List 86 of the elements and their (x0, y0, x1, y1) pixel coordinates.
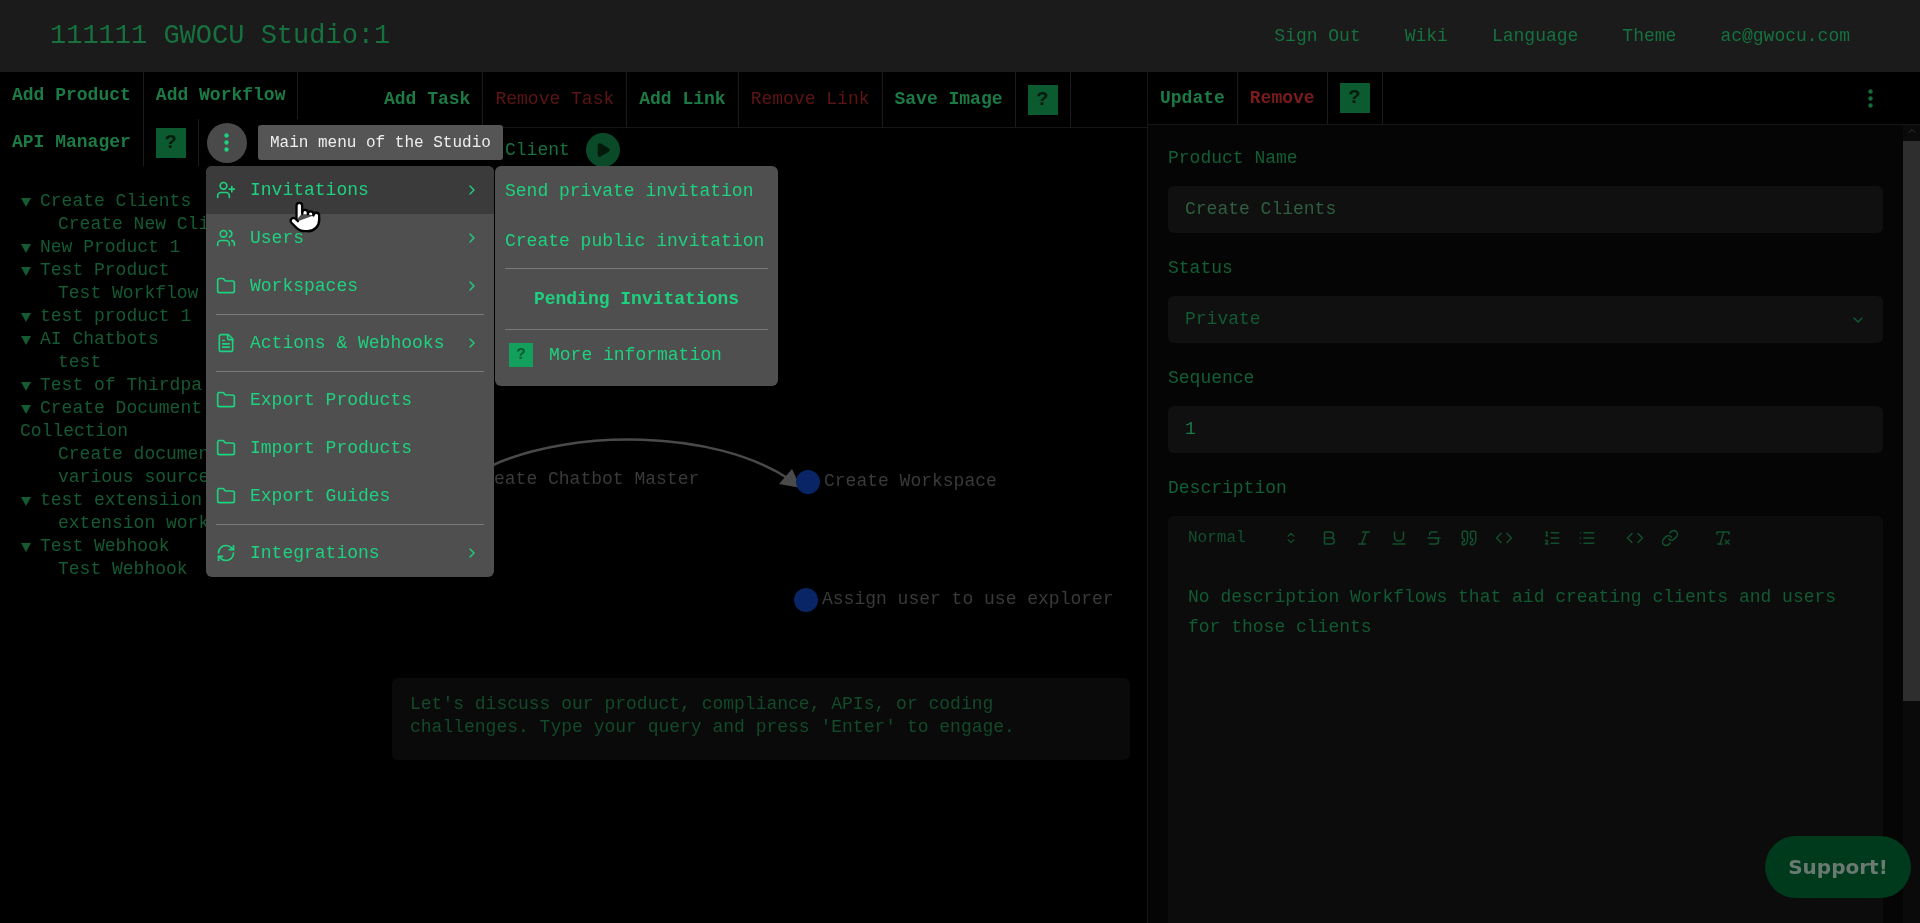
toolbar-button[interactable]: Remove Link (738, 72, 883, 127)
tree-item[interactable]: Create Clients (40, 190, 192, 213)
expanded-icon[interactable] (20, 403, 32, 415)
tree-item[interactable]: test extensiion (40, 489, 203, 512)
submenu-item[interactable]: ? More information (505, 330, 768, 380)
tree-item[interactable]: Test Product (40, 259, 170, 282)
document-icon (216, 333, 236, 353)
toolbar-button[interactable]: API Manager (0, 119, 144, 166)
toolbar-button[interactable]: Add Product (0, 72, 144, 119)
node-label[interactable]: eate Chatbot Master (494, 466, 700, 493)
tree-item[interactable]: Test Webhook (40, 535, 170, 558)
support-button[interactable]: Support! (1765, 836, 1911, 898)
tree-item[interactable]: test (58, 351, 102, 374)
chat-prompt-box[interactable]: Let's discuss our product, compliance, APIs, or coding challenges. Type your query and press 'Enter' to engage. (392, 678, 1130, 760)
expanded-icon[interactable] (20, 311, 32, 323)
italic-icon[interactable] (1355, 529, 1373, 547)
help-button[interactable]: ? (1339, 83, 1370, 113)
main-menu-button[interactable] (206, 122, 247, 163)
tree-item[interactable]: Test Workflow (58, 282, 199, 305)
scrollbar[interactable] (1903, 125, 1920, 923)
description-text: No description Workflows that aid creating clients and users for those clients (1188, 586, 1838, 639)
header-link[interactable]: Theme (1622, 22, 1677, 50)
format-select[interactable]: Normal (1188, 526, 1298, 550)
kebab-icon (1867, 88, 1873, 108)
folder-icon (216, 390, 236, 410)
submenu-item[interactable]: Send private invitation (505, 166, 768, 216)
tree-item[interactable]: AI Chatbots (40, 328, 159, 351)
field-label: Description (1168, 477, 1288, 500)
help-button[interactable]: ? (1027, 84, 1058, 115)
ordered-list-icon[interactable] (1543, 529, 1561, 547)
app-title: 111111 GWOCU Studio:1 (50, 19, 391, 53)
folder-icon (216, 486, 236, 506)
tooltip: Main menu of the Studio (258, 125, 503, 160)
header-link[interactable]: Sign Out (1274, 22, 1361, 50)
bullet-list-icon[interactable] (1578, 529, 1596, 547)
submenu-heading[interactable]: Pending Invitations (533, 285, 740, 313)
status-select[interactable]: Private (1168, 296, 1883, 343)
field-label: Product Name (1168, 147, 1299, 170)
toolbar-button[interactable]: Update (1148, 72, 1238, 124)
menu-item[interactable]: Invitations (206, 166, 494, 214)
menu-item[interactable]: Export Products (206, 376, 494, 424)
tree-item[interactable]: Create Document (40, 397, 203, 420)
play-button[interactable] (585, 133, 620, 167)
text-field[interactable]: 1 (1168, 406, 1883, 453)
expanded-icon[interactable] (20, 196, 32, 208)
tree-item[interactable]: test product 1 (40, 305, 192, 328)
toolbar-button[interactable]: Remove (1237, 72, 1328, 124)
workflow-title: Client (505, 138, 570, 162)
toolbar-button[interactable]: Save Image (882, 72, 1016, 127)
expanded-icon[interactable] (20, 242, 32, 254)
chat-prompt: Let's discuss our product, compliance, APIs, or coding challenges. Type your query and press 'Enter' to engage. (410, 693, 1016, 739)
expanded-icon[interactable] (20, 265, 32, 277)
help-icon: ? (509, 343, 533, 367)
header-link[interactable]: Language (1491, 22, 1579, 50)
folder-icon (216, 438, 236, 458)
header-link[interactable]: Wiki (1404, 22, 1448, 50)
node-label[interactable]: Create Workspace (824, 468, 997, 495)
menu-item[interactable]: Actions & Webhooks (206, 319, 494, 367)
expanded-icon[interactable] (20, 541, 32, 553)
menu-item[interactable]: Users (206, 214, 494, 262)
strikethrough-icon[interactable] (1425, 529, 1443, 547)
tree-item-continuation: Collection (20, 421, 129, 441)
toolbar-button[interactable]: Add Link (627, 72, 739, 127)
help-button[interactable]: ? (155, 127, 186, 158)
folder-icon (216, 276, 236, 296)
tree-item[interactable]: New Product 1 (40, 236, 181, 259)
toolbar-button[interactable]: Add Workflow (143, 72, 299, 119)
menu-icon (224, 133, 230, 152)
user-plus-icon (216, 180, 236, 200)
menu-item[interactable]: Workspaces (206, 262, 494, 310)
tree-item[interactable]: Test of Thirdpa (40, 374, 203, 397)
header-link[interactable]: ac@gwocu.com (1720, 22, 1850, 50)
refresh-icon (216, 543, 236, 563)
expanded-icon[interactable] (20, 495, 32, 507)
expanded-icon[interactable] (20, 380, 32, 392)
submenu-item[interactable]: Create public invitation (505, 216, 768, 266)
expanded-icon[interactable] (20, 334, 32, 346)
field-label: Status (1168, 257, 1234, 280)
underline-icon[interactable] (1390, 529, 1408, 547)
users-icon (216, 228, 236, 248)
node-label[interactable]: Assign user to use explorer (822, 586, 1114, 613)
link-icon[interactable] (1661, 529, 1679, 547)
field-label: Sequence (1168, 367, 1256, 390)
clear-format-icon[interactable] (1714, 529, 1732, 547)
quote-icon[interactable] (1460, 529, 1478, 547)
tree-item[interactable]: Test Webhook (58, 558, 188, 581)
